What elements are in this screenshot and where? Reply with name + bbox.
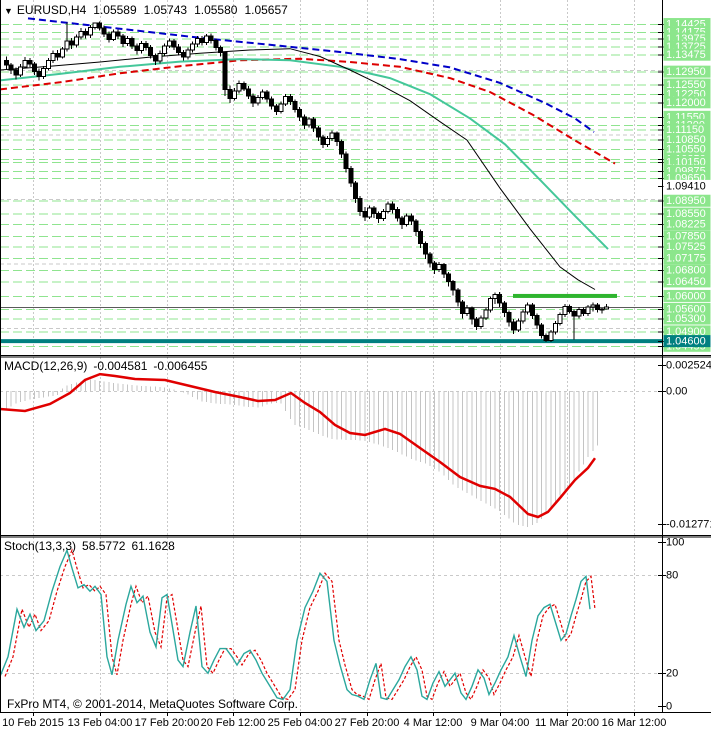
symbol-dropdown-icon[interactable]: ▼ xyxy=(4,6,13,16)
stoch-value-1: 58.5772 xyxy=(82,539,126,553)
low-value: 1.05580 xyxy=(194,3,238,17)
symbol-period-label: EURUSD,H4 xyxy=(16,3,87,17)
macd-indicator-label: MACD(12,26,9) -0.004581 -0.006455 xyxy=(4,359,207,373)
chart-header: ▼ EURUSD,H4 1.05589 1.05743 1.05580 1.05657 xyxy=(4,3,288,17)
macd-name: MACD(12,26,9) xyxy=(4,359,88,373)
stoch-indicator-label: Stoch(13,3,3) 58.5772 61.1628 xyxy=(4,539,175,553)
stoch-name: Stoch(13,3,3) xyxy=(4,539,77,553)
price-scale[interactable] xyxy=(662,0,711,712)
stoch-pane[interactable] xyxy=(0,537,662,712)
time-scale[interactable] xyxy=(0,712,711,732)
copyright-label: FxPro MT4, © 2001-2014, MetaQuotes Softw… xyxy=(7,697,298,711)
main-chart-pane[interactable] xyxy=(0,0,662,355)
macd-pane[interactable] xyxy=(0,357,662,535)
macd-value-2: -0.006455 xyxy=(153,359,208,373)
stoch-value-2: 61.1628 xyxy=(131,539,175,553)
open-value: 1.05589 xyxy=(93,3,137,17)
mt4-chart-window: 1.144251.141751.139751.137251.134751.129… xyxy=(0,0,711,732)
high-value: 1.05743 xyxy=(143,3,188,17)
macd-value-1: -0.004581 xyxy=(93,359,148,373)
close-value: 1.05657 xyxy=(244,3,288,17)
